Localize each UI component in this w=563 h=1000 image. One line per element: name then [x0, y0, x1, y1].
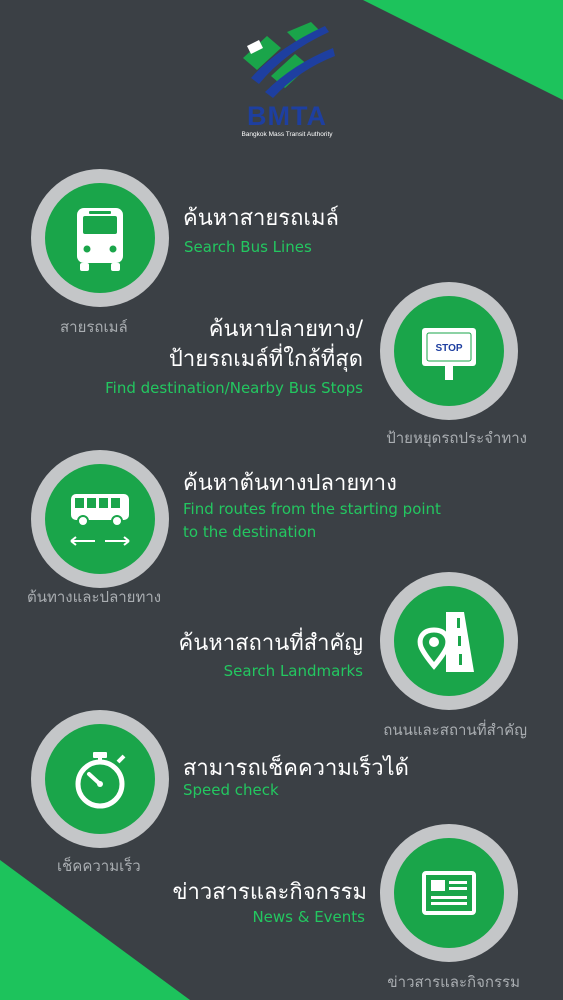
stop-sign-text: STOP: [435, 343, 462, 354]
caption-speed-check: เช็คความเร็ว: [57, 857, 141, 875]
search-bus-lines-button[interactable]: [31, 169, 169, 307]
title-speed-check: สามารถเช็คความเร็วได้: [183, 756, 409, 781]
caption-origin-destination: ต้นทางและปลายทาง: [27, 588, 162, 606]
caption-bus-lines: สายรถเมล์: [60, 318, 128, 336]
bus-front-icon: [77, 208, 123, 271]
find-destination-button[interactable]: STOP: [380, 282, 518, 420]
subtitle-search-bus-lines: Search Bus Lines: [184, 238, 312, 256]
subtitle-speed-check: Speed check: [183, 781, 279, 799]
title-search-bus-lines: ค้นหาสายรถเมล์: [183, 206, 339, 231]
subtitle-search-landmarks: Search Landmarks: [223, 662, 363, 680]
bus-route-arrows-icon: [70, 494, 130, 546]
stopwatch-icon: [75, 752, 126, 809]
title-search-landmarks: ค้นหาสถานที่สำคัญ: [178, 631, 364, 656]
title-news-events: ข่าวสารและกิจกรรม: [172, 880, 368, 905]
caption-bus-stops: ป้ายหยุดรถประจำทาง: [386, 429, 527, 447]
subtitle-find-routes-line2: to the destination: [183, 523, 317, 541]
newspaper-icon: [422, 871, 476, 915]
search-landmarks-button[interactable]: [380, 572, 518, 710]
bus-stop-sign-icon: STOP: [422, 328, 476, 380]
find-routes-button[interactable]: [31, 450, 169, 588]
caption-roads-landmarks: ถนนและสถานที่สำคัญ: [383, 721, 527, 739]
subtitle-find-routes-line1: Find routes from the starting point: [183, 500, 441, 518]
bottom-left-green-corner: [0, 860, 190, 1000]
logo-wordmark: BMTA: [247, 101, 327, 131]
title-find-destination-line2: ป้ายรถเมล์ที่ใกล้ที่สุด: [168, 347, 363, 372]
title-find-destination-line1: ค้นหาปลายทาง/: [208, 317, 363, 342]
title-find-routes: ค้นหาต้นทางปลายทาง: [183, 471, 397, 496]
map-pin-road-icon: [417, 612, 474, 672]
bmta-emblem-icon: [243, 22, 335, 98]
news-events-button[interactable]: [380, 824, 518, 962]
bmta-logo: BMTA Bangkok Mass Transit Authority: [233, 18, 341, 148]
top-right-green-corner: [363, 0, 563, 100]
speed-check-button[interactable]: [31, 710, 169, 848]
caption-news-events: ข่าวสารและกิจกรรม: [387, 973, 520, 991]
subtitle-news-events: News & Events: [252, 908, 365, 926]
logo-subtitle: Bangkok Mass Transit Authority: [241, 131, 333, 138]
subtitle-find-destination: Find destination/Nearby Bus Stops: [105, 379, 363, 397]
